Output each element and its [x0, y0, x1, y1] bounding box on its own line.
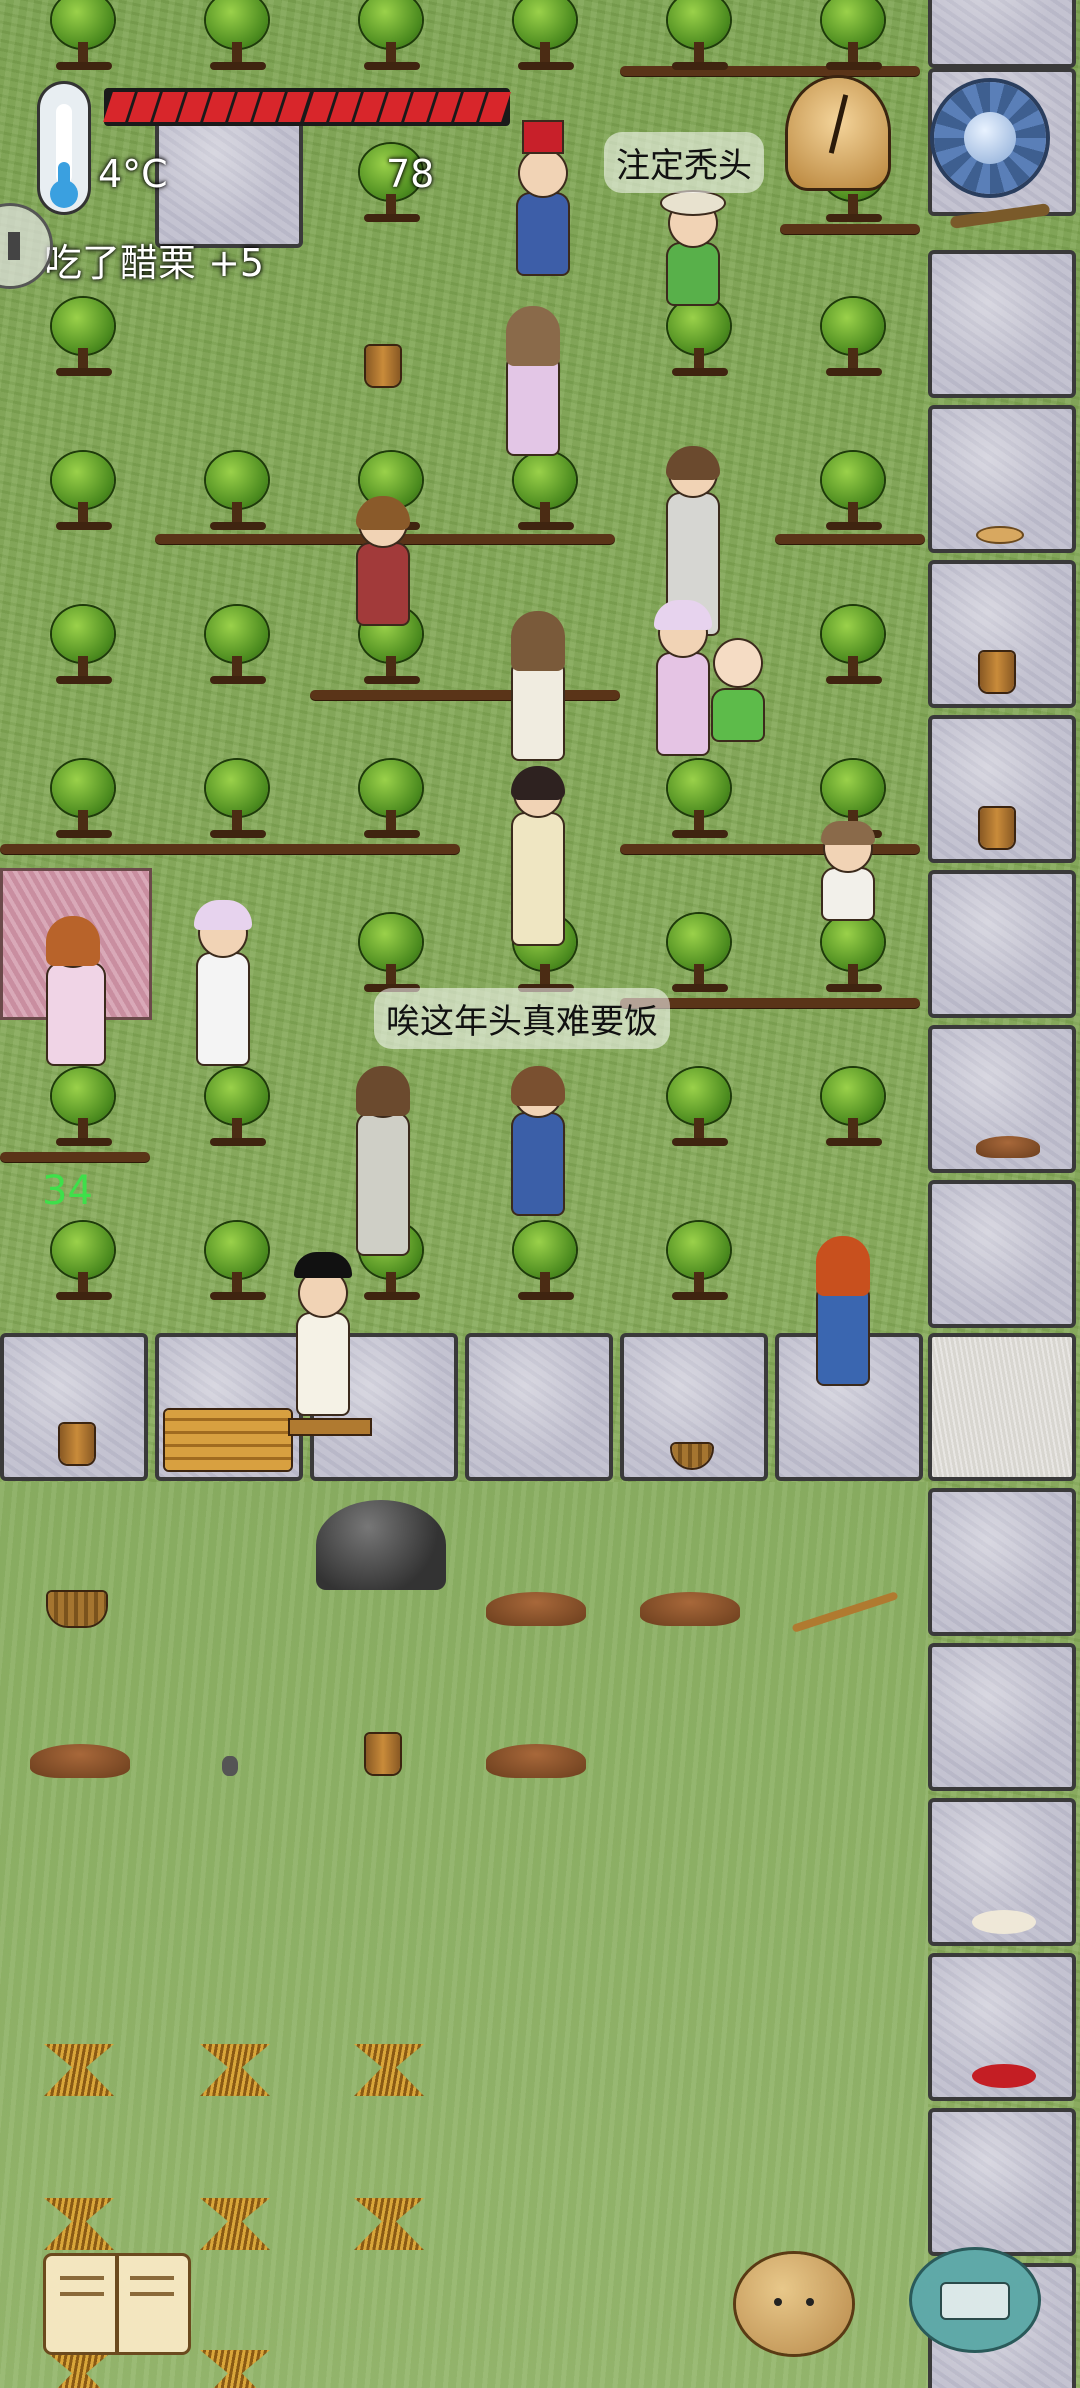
speaker-icon[interactable]: [0, 206, 50, 286]
character-green-shirt[interactable]: [660, 192, 726, 320]
dirt-pile[interactable]: [640, 1592, 740, 1626]
character-pink-coat[interactable]: [500, 306, 566, 460]
berry-bush[interactable]: [510, 452, 580, 532]
temperature-readout: 4°C: [98, 152, 168, 196]
wooden-crate[interactable]: [165, 1410, 291, 1470]
berry-bush[interactable]: [818, 606, 888, 686]
character-bowler-hat[interactable]: [290, 1252, 356, 1420]
stone-tile[interactable]: [928, 870, 1076, 1018]
thermometer-icon: [40, 84, 88, 212]
berry-bush[interactable]: [818, 298, 888, 378]
stone-tile[interactable]: [928, 1488, 1076, 1636]
clock-icon[interactable]: [788, 78, 888, 188]
berry-bush[interactable]: [48, 1222, 118, 1302]
character-child[interactable]: [815, 821, 875, 925]
character-cream-robe[interactable]: [505, 766, 571, 944]
age-readout: 34: [42, 1168, 93, 1214]
wool-pile[interactable]: [972, 1910, 1036, 1934]
character-blue-overalls[interactable]: [505, 1066, 571, 1230]
berry-bush[interactable]: [664, 0, 734, 72]
speech-bubble: 唉这年头真难要饭: [374, 988, 670, 1049]
berry-bush[interactable]: [818, 0, 888, 72]
wooden-bucket[interactable]: [366, 1734, 400, 1774]
flint-chip[interactable]: [222, 1756, 238, 1776]
berry-bush[interactable]: [48, 298, 118, 378]
berry-bush[interactable]: [202, 1068, 272, 1148]
stone-kiln[interactable]: [316, 1500, 446, 1590]
dirt-pile[interactable]: [486, 1744, 586, 1778]
berry-bush[interactable]: [510, 1222, 580, 1302]
wooden-bucket[interactable]: [980, 652, 1014, 692]
red-cloth[interactable]: [972, 2064, 1036, 2088]
grass-field[interactable]: [0, 1482, 928, 2388]
berry-bush[interactable]: [48, 452, 118, 532]
dirt-pile[interactable]: [976, 1136, 1040, 1158]
berry-bush[interactable]: [664, 1068, 734, 1148]
wooden-plank[interactable]: [290, 1420, 370, 1434]
stone-tile[interactable]: [928, 0, 1076, 68]
character-red-hat[interactable]: [510, 122, 576, 290]
berry-bush[interactable]: [818, 452, 888, 532]
stone-tile[interactable]: [928, 1643, 1076, 1791]
stone-tile[interactable]: [465, 1333, 613, 1481]
berry-bush[interactable]: [202, 0, 272, 72]
berry-bush[interactable]: [664, 914, 734, 994]
berry-bush[interactable]: [202, 760, 272, 840]
flat-bread[interactable]: [978, 528, 1022, 542]
gear-icon[interactable]: [934, 82, 1046, 194]
berry-bush[interactable]: [818, 1068, 888, 1148]
game-world[interactable]: 注定秃头 唉这年头真难要饭 4°C 78 吃了醋栗 +5 34: [0, 0, 1080, 2388]
book-icon[interactable]: [46, 2256, 188, 2352]
berry-bush[interactable]: [510, 0, 580, 72]
character-baby-green[interactable]: [705, 640, 765, 750]
character-pink-puffer[interactable]: [40, 916, 110, 1070]
keyboard-icon[interactable]: [912, 2250, 1038, 2350]
food-bar: [103, 88, 511, 126]
food-count: 78: [386, 152, 435, 196]
dirt-pile[interactable]: [30, 1744, 130, 1778]
berry-bush[interactable]: [48, 606, 118, 686]
berry-bush[interactable]: [818, 914, 888, 994]
wooden-bucket[interactable]: [60, 1424, 94, 1464]
berry-bush[interactable]: [356, 914, 426, 994]
speech-bubble: 注定秃头: [604, 132, 764, 193]
fur-rug-tile[interactable]: [928, 1333, 1076, 1481]
berry-bush[interactable]: [356, 0, 426, 72]
berry-bush[interactable]: [356, 760, 426, 840]
stone-tile[interactable]: [928, 250, 1076, 398]
berry-bush[interactable]: [48, 760, 118, 840]
dirt-pile[interactable]: [486, 1592, 586, 1626]
berry-bush[interactable]: [48, 0, 118, 72]
berry-bush[interactable]: [48, 1068, 118, 1148]
stone-tile[interactable]: [928, 1180, 1076, 1328]
character-knit-hat-white[interactable]: [190, 900, 256, 1070]
character-fur-hat[interactable]: [350, 496, 416, 630]
basket[interactable]: [48, 1592, 106, 1626]
wooden-bucket[interactable]: [980, 808, 1014, 848]
berry-bush[interactable]: [202, 606, 272, 686]
status-message: 吃了醋栗 +5: [44, 241, 265, 285]
character-redhead-basket[interactable]: [810, 1236, 876, 1410]
stone-tile[interactable]: [928, 2108, 1076, 2256]
wooden-bucket[interactable]: [366, 346, 400, 386]
berry-bush[interactable]: [202, 452, 272, 532]
berry-bush[interactable]: [202, 1222, 272, 1302]
berry-bush[interactable]: [664, 760, 734, 840]
potato-emote-icon[interactable]: [736, 2254, 852, 2354]
berry-bush[interactable]: [664, 1222, 734, 1302]
character-grey-dress[interactable]: [350, 1066, 420, 1260]
character-white-dress[interactable]: [505, 611, 571, 765]
